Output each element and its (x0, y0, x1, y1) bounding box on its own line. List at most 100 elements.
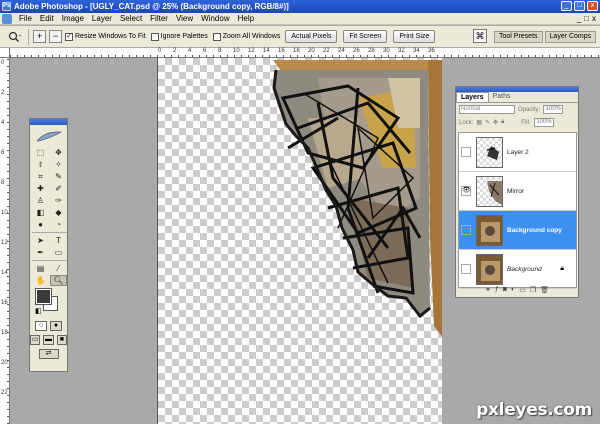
notes-tool-icon[interactable]: ▤ (32, 263, 49, 274)
zoom-out-button[interactable]: − (49, 30, 62, 43)
doc-close-button[interactable]: x (592, 14, 596, 23)
marquee-tool-icon[interactable]: ⬚ (32, 147, 49, 158)
opacity-input[interactable]: 100% (543, 105, 564, 114)
tab-layers[interactable]: Layers (456, 92, 489, 102)
photoshop-logo-icon[interactable] (2, 13, 12, 24)
eraser-tool-icon[interactable]: ◧ (32, 207, 49, 218)
menu-window[interactable]: Window (197, 13, 233, 25)
palette-well-icon[interactable]: ⌘ (473, 29, 487, 43)
adjustment-layer-icon[interactable]: ◐ (511, 286, 515, 296)
ignore-palettes-label: Ignore Palettes (160, 33, 208, 40)
horizontal-ruler[interactable]: 0 2 4 6 8 10 12 14 16 18 20 22 24 26 28 … (10, 48, 600, 58)
healing-brush-tool-icon[interactable]: ✚ (32, 183, 49, 194)
move-tool-icon[interactable]: ✥ (50, 147, 67, 158)
ruler-number: 32 (398, 48, 405, 54)
tab-paths[interactable]: Paths (489, 92, 515, 102)
toolbox-panel: ⬚ ✥ ℓ ✧ ⌗ ✎ ✚ ✐ ♙ ✑ ◧ ◆ ● ◔ ➤ T ✒ ▭ ▤ ⁄ … (29, 118, 68, 372)
visibility-toggle-icon[interactable] (461, 225, 471, 235)
lock-image-icon[interactable]: ✎ (485, 119, 490, 126)
menu-file[interactable]: File (15, 13, 36, 25)
foreground-color-swatch[interactable] (35, 288, 52, 305)
blur-tool-icon[interactable]: ● (32, 219, 49, 230)
ruler-origin[interactable] (0, 48, 10, 58)
zoom-tool-preset-icon[interactable] (6, 29, 24, 45)
menu-view[interactable]: View (172, 13, 197, 25)
layer-style-icon[interactable]: ƒ (495, 286, 499, 296)
brush-tool-icon[interactable]: ✐ (50, 183, 67, 194)
dodge-tool-icon[interactable]: ◔ (50, 219, 67, 230)
close-button[interactable]: x (587, 1, 598, 11)
quick-mask-mode-icon[interactable]: ● (50, 321, 62, 331)
fill-input[interactable]: 100% (533, 118, 554, 127)
eyedropper-tool-icon[interactable]: ⁄ (50, 263, 67, 274)
vertical-ruler[interactable]: 0 2 4 6 8 10 12 14 16 18 20 22 (0, 58, 10, 424)
lock-all-icon[interactable]: 🔒︎ (501, 119, 504, 126)
layer-row-mirror[interactable]: 👁︎ Mirror (459, 172, 576, 211)
delete-layer-icon[interactable]: 🗑︎ (540, 286, 549, 296)
lasso-tool-icon[interactable]: ℓ (32, 159, 49, 170)
default-colors-icon[interactable]: ◧ (35, 307, 42, 315)
print-size-button[interactable]: Print Size (393, 30, 436, 43)
ignore-palettes-checkbox[interactable]: Ignore Palettes (150, 32, 208, 41)
eye-icon[interactable]: 👁︎ (461, 186, 471, 196)
menu-image[interactable]: Image (58, 13, 88, 25)
document-canvas[interactable] (157, 58, 442, 424)
menu-select[interactable]: Select (116, 13, 146, 25)
magic-wand-tool-icon[interactable]: ✧ (50, 159, 67, 170)
add-mask-icon[interactable]: ◙ (503, 286, 507, 296)
ruler-number: 12 (1, 240, 8, 246)
standard-screen-mode-icon[interactable]: ▭ (30, 335, 41, 345)
title-bar: Ps Adobe Photoshop - [UGLY_CAT.psd @ 25%… (0, 0, 600, 13)
actual-pixels-button[interactable]: Actual Pixels (285, 30, 338, 43)
visibility-toggle-icon[interactable] (461, 264, 471, 274)
visibility-toggle-icon[interactable] (461, 147, 471, 157)
history-brush-tool-icon[interactable]: ✑ (50, 195, 67, 206)
lock-transparent-icon[interactable]: ▦ (476, 119, 482, 126)
fit-screen-button[interactable]: Fit Screen (343, 30, 388, 43)
slice-tool-icon[interactable]: ✎ (50, 171, 67, 182)
blend-mode-select[interactable]: Normal (459, 105, 515, 114)
layer-thumbnail (476, 253, 503, 285)
clone-stamp-tool-icon[interactable]: ♙ (32, 195, 49, 206)
new-layer-icon[interactable]: ❐ (530, 286, 536, 296)
jump-to-imageready-icon[interactable]: ⇄ (38, 349, 59, 359)
menu-layer[interactable]: Layer (88, 13, 116, 25)
minimize-button[interactable]: _ (561, 1, 572, 11)
hand-tool-icon[interactable]: ✋ (32, 275, 49, 286)
full-screen-mode-icon[interactable]: ■ (56, 335, 67, 345)
zoom-tool-icon[interactable]: 🔍︎ (50, 275, 67, 286)
path-selection-tool-icon[interactable]: ➤ (32, 235, 49, 246)
zoom-all-windows-checkbox[interactable]: Zoom All Windows (212, 32, 280, 41)
doc-restore-button[interactable]: □ (584, 14, 589, 23)
layer-row-background-copy[interactable]: Background copy (459, 211, 576, 250)
resize-windows-checkbox[interactable]: ✓ Resize Windows To Fit (65, 32, 146, 41)
menu-filter[interactable]: Filter (146, 13, 172, 25)
tool-presets-tab[interactable]: Tool Presets (494, 31, 543, 43)
layer-row-background[interactable]: Background 🔒︎ (459, 250, 576, 289)
pen-tool-icon[interactable]: ✒ (32, 247, 49, 258)
adobe-feather-icon[interactable] (30, 125, 67, 147)
link-layers-icon[interactable]: ⚭ (485, 286, 491, 296)
paint-bucket-tool-icon[interactable]: ◆ (50, 207, 67, 218)
layer-comps-tab[interactable]: Layer Comps (544, 31, 597, 43)
layer-row-layer-2[interactable]: Layer 2 (459, 133, 576, 172)
doc-minimize-button[interactable]: _ (577, 14, 581, 23)
crop-tool-icon[interactable]: ⌗ (32, 171, 49, 182)
zoom-in-button[interactable]: + (33, 30, 46, 43)
checkbox-unchecked-icon (150, 32, 159, 41)
menu-help[interactable]: Help (234, 13, 258, 25)
new-group-icon[interactable]: ▭ (519, 286, 526, 296)
ruler-number: 28 (368, 48, 375, 54)
menu-edit[interactable]: Edit (36, 13, 58, 25)
rectangle-tool-icon[interactable]: ▭ (50, 247, 67, 258)
palette-well: Tool Presets Layer Comps (494, 31, 597, 43)
standard-mode-icon[interactable]: ○ (35, 321, 47, 331)
layer-thumbnail (476, 175, 503, 207)
ruler-number: 8 (1, 180, 5, 186)
ruler-number: 20 (308, 48, 315, 54)
full-screen-menu-mode-icon[interactable]: ▬ (43, 335, 54, 345)
maximize-button[interactable]: □ (574, 1, 585, 11)
lock-position-icon[interactable]: ✥ (493, 119, 498, 126)
checkbox-checked-icon: ✓ (65, 32, 73, 41)
type-tool-icon[interactable]: T (50, 235, 67, 246)
